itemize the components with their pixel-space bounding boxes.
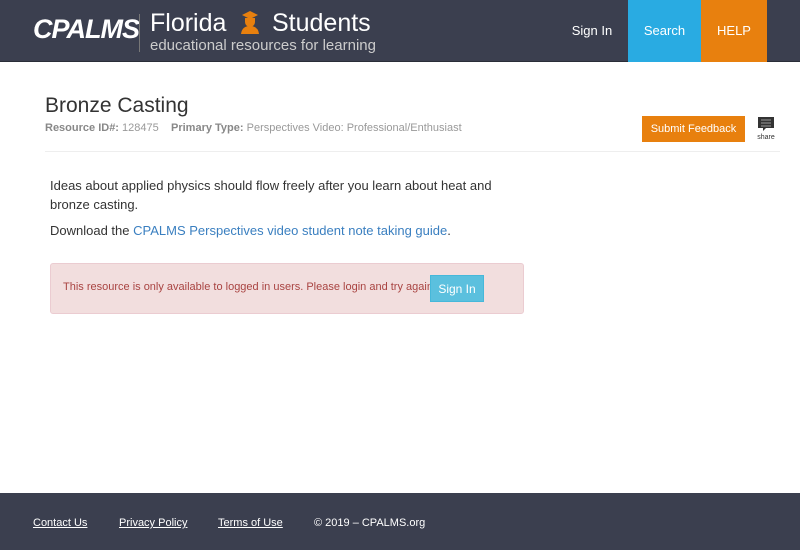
download-line: Download the CPALMS Perspectives video s… [50,221,530,240]
nav-help[interactable]: HELP [701,0,767,62]
comment-icon [758,117,774,131]
site-title-students: Students [272,9,371,37]
share-button[interactable]: share [756,116,776,141]
alert-message: This resource is only available to logge… [63,281,436,293]
site-title-florida: Florida [150,9,227,37]
note-guide-link[interactable]: CPALMS Perspectives video student note t… [133,223,447,238]
privacy-link[interactable]: Privacy Policy [119,517,187,529]
contact-link[interactable]: Contact Us [33,517,87,529]
graduate-icon [241,11,259,34]
nav-search[interactable]: Search [628,0,701,62]
site-header: CPALMS Florida Students educational reso… [0,0,800,62]
primary-type-label: Primary Type: [171,122,244,134]
site-subtitle: educational resources for learning [150,37,376,54]
primary-type: Perspectives Video: Professional/Enthusi… [246,122,462,134]
alert-sign-in-button[interactable]: Sign In [430,275,484,302]
download-prefix: Download the [50,223,134,238]
resource-meta: Resource ID#: 128475 Primary Type: Persp… [45,122,462,134]
page-title: Bronze Casting [45,94,189,117]
submit-feedback-button[interactable]: Submit Feedback [642,116,745,142]
description: Ideas about applied physics should flow … [50,178,492,212]
cpalms-logo[interactable]: CPALMS [33,14,140,45]
resource-id: 128475 [122,122,159,134]
share-label: share [757,134,775,141]
resource-id-label: Resource ID#: [45,122,119,134]
login-alert: This resource is only available to logge… [50,263,524,314]
site-footer: Contact Us Privacy Policy Terms of Use ©… [0,493,800,550]
copyright: © 2019 – CPALMS.org [314,517,426,529]
nav-sign-in[interactable]: Sign In [556,0,628,62]
terms-link[interactable]: Terms of Use [218,517,283,529]
download-suffix: . [447,223,451,238]
divider [45,151,780,152]
divider [139,14,140,52]
